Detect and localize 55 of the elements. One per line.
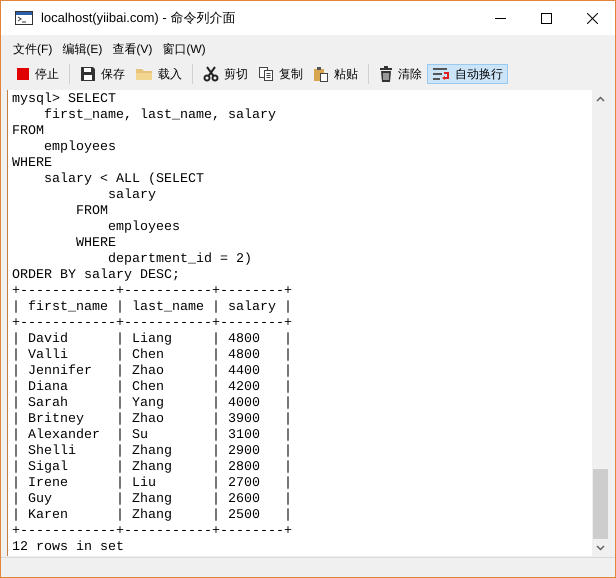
toolbar-button[interactable]: 复制 <box>253 64 308 84</box>
console-line: salary <box>106 188 157 204</box>
clipboard-icon <box>313 66 329 82</box>
console-line: | Sigal | Zhang | 2800 | <box>12 460 293 476</box>
window-title: localhost(yiibai.com) - 命令列介面 <box>41 9 236 27</box>
menu-item[interactable]: 窗口(W) <box>162 40 206 58</box>
console-line: employees <box>106 220 181 236</box>
console-line: | Irene | Liu | 2700 | <box>12 476 293 492</box>
scissors-icon <box>203 66 219 82</box>
console-line: ORDER BY salary DESC; <box>12 268 181 284</box>
console-line: employees <box>42 140 117 156</box>
stop-icon <box>16 67 30 81</box>
console-line: | David | Liang | 4800 | <box>12 332 293 348</box>
console-line: department_id = 2) <box>106 252 253 268</box>
console-line: FROM <box>12 124 44 140</box>
menu-item[interactable]: 查看(V) <box>112 40 152 58</box>
console-line: +------------+-----------+--------+ <box>12 524 293 540</box>
console-line: | Jennifer | Zhao | 4400 | <box>12 364 293 380</box>
console-window-icon <box>15 11 33 25</box>
trash-can-icon <box>379 66 393 82</box>
console-line: +------------+-----------+--------+ <box>12 316 293 332</box>
scroll-down-icon[interactable] <box>596 544 605 550</box>
toolbar-button[interactable]: 自动换行 <box>427 64 508 84</box>
console-line: | Diana | Chen | 4200 | <box>12 380 293 396</box>
toolbar-button[interactable]: 剪切 <box>198 64 253 84</box>
console-line: | Sarah | Yang | 4000 | <box>12 396 293 412</box>
text-wrap-icon <box>432 66 450 82</box>
console-line: | Shelli | Zhang | 2900 | <box>12 444 293 460</box>
console-line: salary < ALL (SELECT <box>42 172 205 188</box>
scrollbar-thumb[interactable] <box>593 469 608 539</box>
console-line: +------------+-----------+--------+ <box>12 284 293 300</box>
close-icon[interactable] <box>586 12 598 24</box>
toolbar-button[interactable]: 清除 <box>374 64 427 84</box>
toolbar-button[interactable]: 保存 <box>75 64 130 84</box>
console-line: | Karen | Zhang | 2500 | <box>12 508 293 524</box>
console-line: WHERE <box>12 156 53 172</box>
copy-icon <box>258 66 274 82</box>
console-line: | Britney | Zhao | 3900 | <box>12 412 293 428</box>
console-line: FROM <box>74 204 108 220</box>
console-line: | Guy | Zhang | 2600 | <box>12 492 293 508</box>
folder-icon <box>135 67 153 81</box>
menu-item[interactable]: 文件(F) <box>13 40 52 58</box>
console-line: | Valli | Chen | 4800 | <box>12 348 293 364</box>
console-line: WHERE <box>74 236 117 252</box>
console-line: 12 rows in set <box>12 540 125 556</box>
console-line: mysql> SELECT <box>12 92 117 108</box>
console-line: | first_name | last_name | salary | <box>12 300 293 316</box>
scroll-up-icon[interactable] <box>596 96 605 102</box>
console-line: first_name, last_name, salary <box>42 108 277 124</box>
toolbar-button[interactable]: 载入 <box>130 64 187 84</box>
console-line: | Alexander | Su | 3100 | <box>12 428 293 444</box>
maximize-icon[interactable] <box>540 12 552 24</box>
toolbar-button[interactable]: 粘贴 <box>308 64 363 84</box>
toolbar-button[interactable]: 停止 <box>11 64 64 84</box>
menu-item[interactable]: 编辑(E) <box>62 40 102 58</box>
